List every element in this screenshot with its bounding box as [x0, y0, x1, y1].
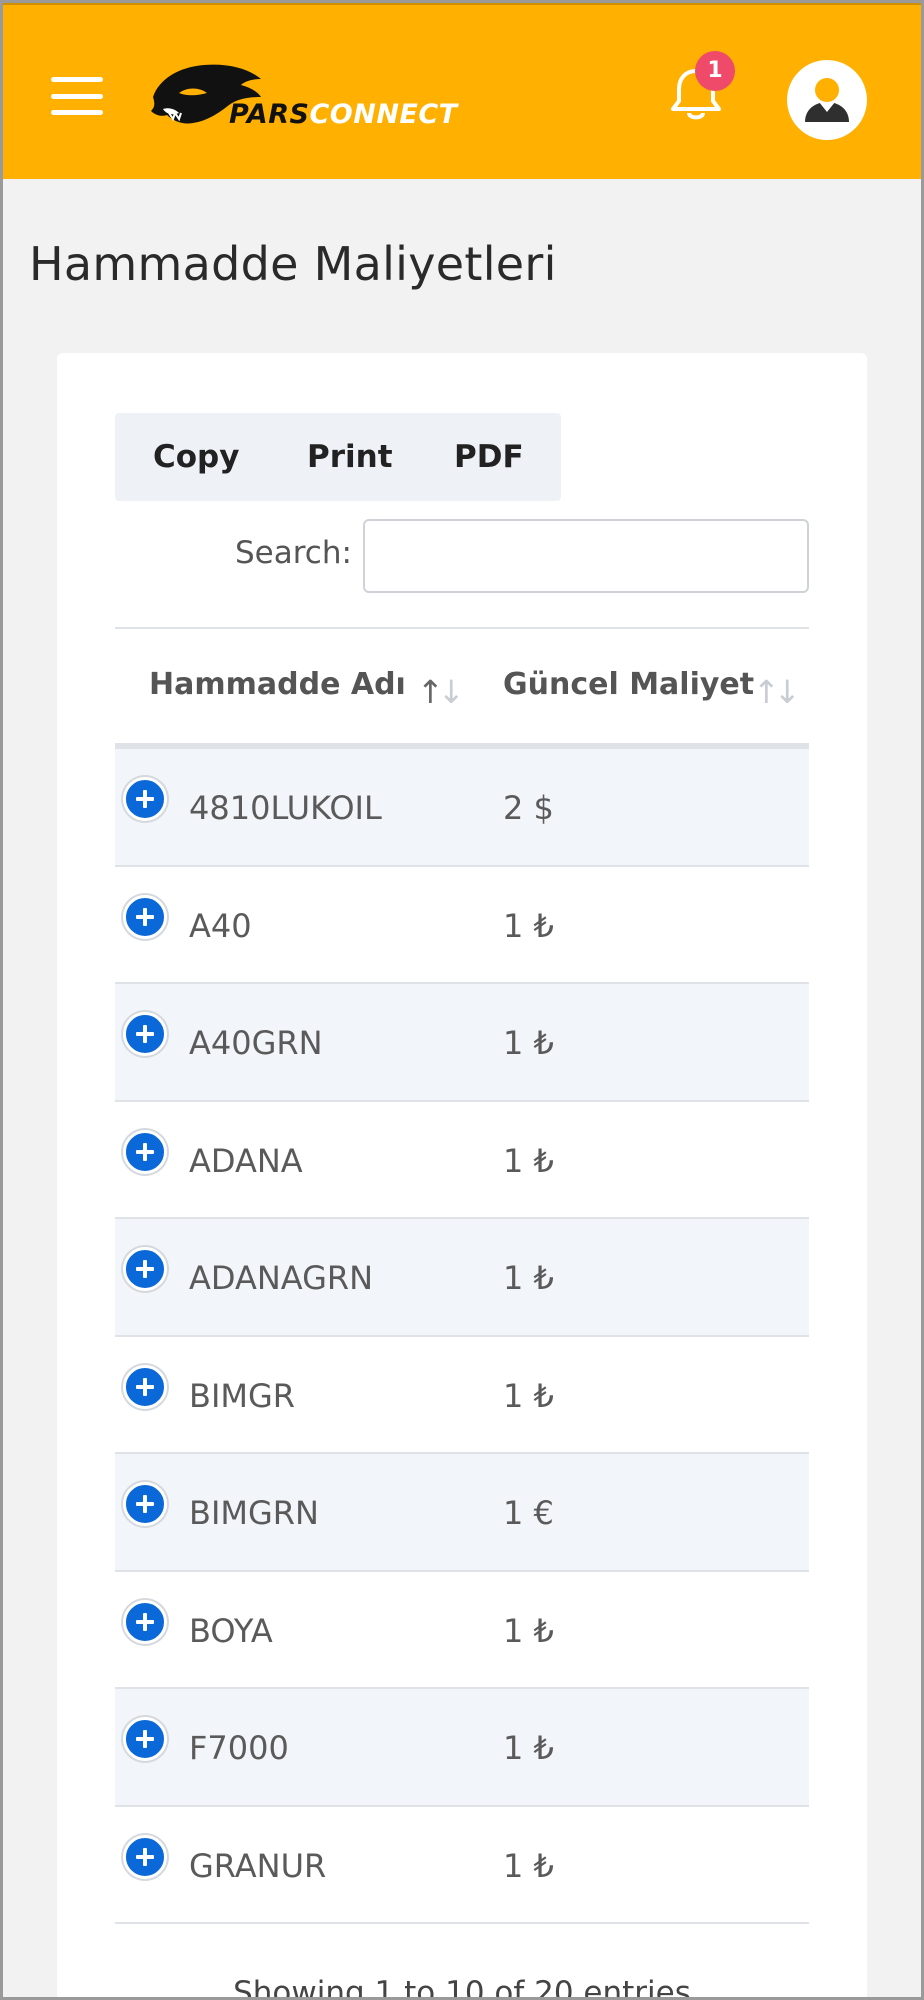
- table-row: F7000 1 ₺: [115, 1689, 809, 1807]
- table-row: BOYA 1 ₺: [115, 1571, 809, 1689]
- column-header-current-cost[interactable]: Güncel Maliyet: [503, 667, 754, 702]
- material-name-cell: 4810LUKOIL: [189, 789, 382, 827]
- table-header: Hammadde Adı ↑↓ Güncel Maliyet ↑↓: [115, 627, 809, 749]
- expand-row-plus-icon[interactable]: [123, 1834, 167, 1879]
- material-name-cell: BIMGR: [189, 1376, 296, 1415]
- app-frame: PARSCONNECT 1 Hammadde Maliyetleri Copy …: [0, 0, 924, 2000]
- content-card: Copy Print PDF Search: Hammadde Adı ↑↓ G…: [57, 353, 867, 2000]
- export-button-group: Copy Print PDF: [115, 413, 561, 501]
- table-row: ADANA 1 ₺: [115, 1101, 809, 1219]
- user-avatar-icon[interactable]: [787, 60, 867, 140]
- expand-row-plus-icon[interactable]: [123, 894, 167, 939]
- search-input[interactable]: [363, 519, 809, 593]
- raw-material-cost-table: Hammadde Adı ↑↓ Güncel Maliyet ↑↓ 4810LU…: [115, 627, 809, 1924]
- current-cost-cell: 1 ₺: [503, 1729, 554, 1767]
- table-row: BIMGRN 1 €: [115, 1454, 809, 1572]
- table-row: A40 1 ₺: [115, 866, 809, 984]
- copy-button[interactable]: Copy: [153, 439, 239, 475]
- column-header-material-name[interactable]: Hammadde Adı: [149, 667, 406, 702]
- current-cost-cell: 2 $: [503, 789, 554, 827]
- table-row: GRANUR 1 ₺: [115, 1806, 809, 1924]
- current-cost-cell: 1 ₺: [503, 1259, 554, 1297]
- hamburger-menu-icon[interactable]: [51, 77, 103, 115]
- material-name-cell: ADANAGRN: [189, 1259, 374, 1297]
- table-row: ADANAGRN 1 ₺: [115, 1219, 809, 1337]
- expand-row-plus-icon[interactable]: [123, 1247, 167, 1291]
- page-title: Hammadde Maliyetleri: [29, 237, 557, 291]
- material-name-cell: BOYA: [189, 1611, 273, 1650]
- current-cost-cell: 1 ₺: [503, 1376, 554, 1415]
- parsconnect-logo[interactable]: PARSCONNECT: [149, 57, 457, 139]
- current-cost-cell: 1 €: [503, 1494, 554, 1532]
- expand-row-plus-icon[interactable]: [123, 1599, 167, 1644]
- table-entries-info: Showing 1 to 10 of 20 entries: [233, 1975, 691, 2000]
- material-name-cell: F7000: [189, 1729, 289, 1767]
- expand-row-plus-icon[interactable]: [123, 1364, 167, 1409]
- material-name-cell: A40: [189, 906, 252, 945]
- sort-unsorted-icon[interactable]: ↑↓: [753, 673, 801, 711]
- table-row: A40GRN 1 ₺: [115, 984, 809, 1102]
- expand-row-plus-icon[interactable]: [123, 1012, 167, 1056]
- material-name-cell: BIMGRN: [189, 1494, 319, 1532]
- notification-count-badge: 1: [695, 51, 735, 91]
- logo-connect-text: CONNECT: [309, 99, 458, 130]
- table-row: BIMGR 1 ₺: [115, 1336, 809, 1454]
- pdf-button[interactable]: PDF: [454, 439, 524, 475]
- top-navbar: PARSCONNECT 1: [3, 3, 921, 179]
- table-row: 4810LUKOIL 2 $: [115, 749, 809, 867]
- expand-row-plus-icon[interactable]: [123, 777, 167, 821]
- current-cost-cell: 1 ₺: [503, 1141, 554, 1180]
- material-name-cell: GRANUR: [189, 1846, 327, 1885]
- current-cost-cell: 1 ₺: [503, 1024, 554, 1062]
- material-name-cell: A40GRN: [189, 1024, 323, 1062]
- expand-row-plus-icon[interactable]: [123, 1482, 167, 1526]
- current-cost-cell: 1 ₺: [503, 1611, 554, 1650]
- search-label: Search:: [235, 535, 352, 571]
- expand-row-plus-icon[interactable]: [123, 1129, 167, 1174]
- material-name-cell: ADANA: [189, 1141, 303, 1180]
- expand-row-plus-icon[interactable]: [123, 1717, 167, 1761]
- logo-pars-text: PARS: [229, 99, 310, 130]
- print-button[interactable]: Print: [307, 439, 393, 475]
- current-cost-cell: 1 ₺: [503, 906, 554, 945]
- current-cost-cell: 1 ₺: [503, 1846, 554, 1885]
- sort-ascending-icon[interactable]: ↑↓: [417, 673, 465, 711]
